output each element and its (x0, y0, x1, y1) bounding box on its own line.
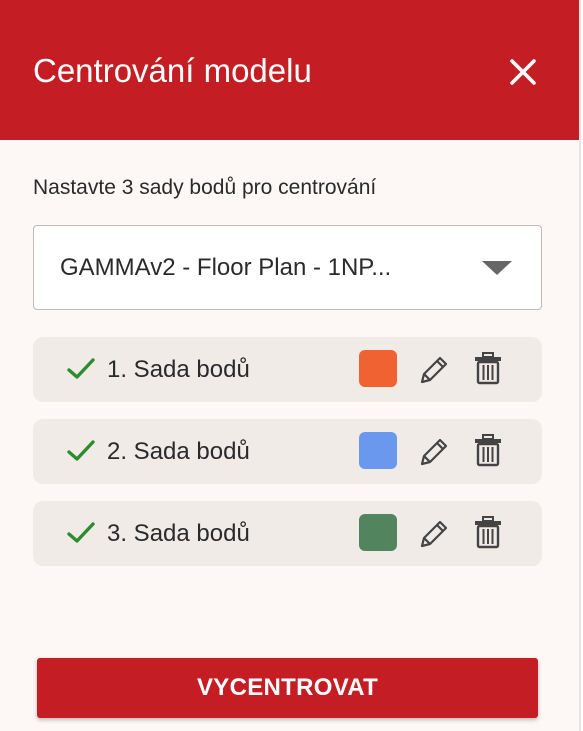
color-swatch[interactable] (359, 432, 397, 469)
point-set-1: 1. Sada bodů (33, 337, 542, 402)
point-set-2: 2. Sada bodů (33, 419, 542, 484)
trash-icon (475, 434, 501, 467)
check-icon (67, 358, 95, 379)
model-select[interactable]: GAMMAv2 - Floor Plan - 1NP... (33, 225, 542, 310)
delete-button[interactable] (473, 433, 503, 467)
pencil-icon (420, 356, 448, 384)
color-swatch[interactable] (359, 350, 397, 387)
check-icon (67, 440, 95, 461)
instruction-text: Nastavte 3 sady bodů pro centrování (33, 176, 377, 199)
trash-icon (475, 352, 501, 385)
dialog-header: Centrování modelu (0, 0, 579, 140)
pencil-icon (420, 438, 448, 466)
chevron-down-icon (482, 261, 512, 275)
close-icon (510, 59, 536, 85)
edit-button[interactable] (417, 353, 451, 387)
delete-button[interactable] (473, 351, 503, 385)
vycentrovat-button[interactable]: VYCENTROVAT (37, 658, 538, 718)
close-button[interactable] (503, 52, 543, 92)
check-icon (67, 522, 95, 543)
dialog-title: Centrování modelu (33, 52, 312, 89)
color-swatch[interactable] (359, 514, 397, 551)
point-set-3: 3. Sada bodů (33, 501, 542, 566)
edit-button[interactable] (417, 435, 451, 469)
delete-button[interactable] (473, 515, 503, 549)
model-select-value: GAMMAv2 - Floor Plan - 1NP... (60, 254, 392, 281)
trash-icon (475, 516, 501, 549)
centering-dialog: Centrování modelu Nastavte 3 sady bodů p… (0, 0, 581, 731)
point-set-label: 2. Sada bodů (107, 438, 250, 465)
pencil-icon (420, 520, 448, 548)
point-set-label: 1. Sada bodů (107, 356, 250, 383)
edit-button[interactable] (417, 517, 451, 551)
point-set-label: 3. Sada bodů (107, 520, 250, 547)
